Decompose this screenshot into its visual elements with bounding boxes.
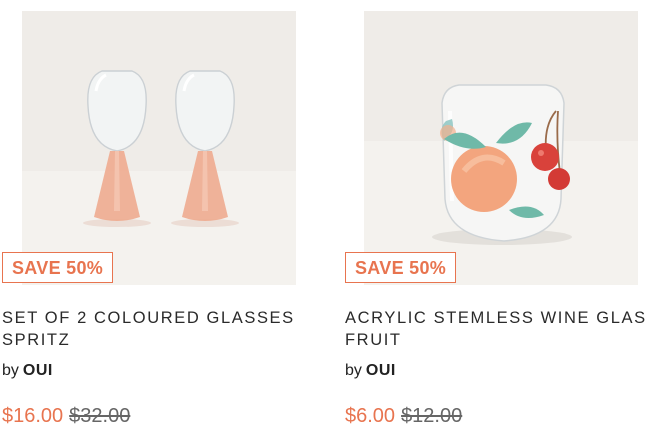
discount-badge: SAVE 50% xyxy=(2,252,114,283)
sale-price: $6.00 xyxy=(345,405,396,427)
product-price: $6.00 $12.00 xyxy=(345,405,462,428)
brand-name[interactable]: OUI xyxy=(366,362,396,379)
product-title-line[interactable]: FRUIT xyxy=(345,329,645,351)
product-card[interactable]: SAVE 50% ACRYLIC STEMLESS WINE GLASS FRU… xyxy=(343,0,647,440)
original-price: $32.00 xyxy=(69,405,131,427)
discount-badge: SAVE 50% xyxy=(345,252,457,283)
product-title-line[interactable]: ACRYLIC STEMLESS WINE GLASS xyxy=(345,307,647,329)
coloured-glasses-image xyxy=(22,11,296,285)
product-image[interactable] xyxy=(22,11,296,285)
brand-prefix: by xyxy=(345,362,362,379)
product-card[interactable]: SAVE 50% SET OF 2 COLOURED GLASSES SPRIT… xyxy=(0,0,300,440)
original-price: $12.00 xyxy=(401,405,463,427)
brand-prefix: by xyxy=(2,362,19,379)
product-price: $16.00 $32.00 xyxy=(2,405,130,428)
stemless-glass-image xyxy=(364,11,638,285)
sale-price: $16.00 xyxy=(2,405,64,427)
product-brand: by OUI xyxy=(2,362,53,380)
product-image[interactable] xyxy=(364,11,638,285)
product-title[interactable]: ACRYLIC STEMLESS WINE GLASS FRUIT xyxy=(345,307,647,351)
product-title[interactable]: SET OF 2 COLOURED GLASSES SPRITZ xyxy=(2,307,302,351)
product-title-line[interactable]: SET OF 2 COLOURED GLASSES xyxy=(2,307,302,329)
brand-name[interactable]: OUI xyxy=(23,362,53,379)
product-brand: by OUI xyxy=(345,362,396,380)
product-title-line[interactable]: SPRITZ xyxy=(2,329,302,351)
